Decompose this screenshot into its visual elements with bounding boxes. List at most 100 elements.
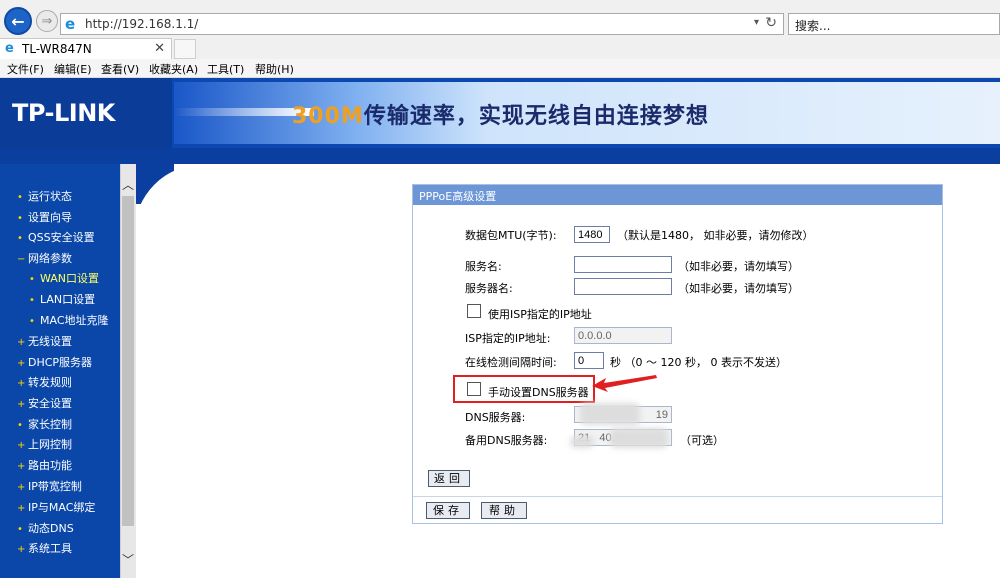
back-button[interactable]: ←: [4, 7, 32, 35]
sidebar-item[interactable]: + 路由功能: [17, 457, 72, 473]
bullet-icon: •: [29, 295, 35, 306]
dns-label: DNS服务器:: [465, 411, 526, 424]
sidebar-item-label: 系统工具: [28, 542, 72, 555]
bullet-icon: •: [17, 524, 23, 535]
server-name-input[interactable]: [574, 278, 672, 295]
mtu-label: 数据包MTU(字节):: [465, 229, 557, 242]
menu-edit[interactable]: 编辑(E): [54, 61, 92, 77]
privacy-blur: [610, 428, 668, 448]
ie-logo-icon: e: [5, 41, 14, 56]
red-arrow-icon: [592, 375, 657, 392]
bullet-icon: +: [17, 337, 26, 348]
tab-title: TL-WR847N: [22, 42, 92, 56]
panel-header: PPPoE高级设置: [413, 185, 942, 205]
sidebar-item[interactable]: • WAN口设置: [29, 270, 99, 286]
arrow-left-icon: ←: [11, 11, 25, 31]
bullet-icon: +: [17, 503, 26, 514]
dropdown-icon[interactable]: ▾: [754, 17, 759, 28]
sidebar-item[interactable]: • QSS安全设置: [17, 229, 95, 245]
isp-ip-label: ISP指定的IP地址:: [465, 332, 551, 345]
sidebar-item-label: 家长控制: [28, 418, 72, 431]
sidebar-item[interactable]: + 上网控制: [17, 436, 72, 452]
sidebar-item[interactable]: − 网络参数: [17, 250, 72, 266]
bullet-icon: •: [17, 233, 23, 244]
forward-button[interactable]: ⇒: [36, 10, 58, 32]
bullet-icon: +: [17, 378, 26, 389]
bullet-icon: •: [17, 192, 23, 203]
server-name-hint: （如非必要，请勿填写）: [678, 282, 799, 295]
bullet-icon: •: [29, 274, 35, 285]
sidebar-item-label: MAC地址克隆: [40, 314, 109, 327]
sidebar-item[interactable]: + IP与MAC绑定: [17, 499, 95, 515]
alt-dns-hint: （可选）: [680, 434, 724, 447]
sidebar: [0, 164, 120, 578]
server-name-label: 服务器名:: [465, 282, 513, 295]
sidebar-item[interactable]: + 安全设置: [17, 395, 72, 411]
menu-view[interactable]: 查看(V): [101, 61, 139, 77]
sidebar-item[interactable]: • 运行状态: [17, 188, 72, 204]
slogan: 300M传输速率，实现无线自由连接梦想: [292, 98, 709, 130]
logo-text: TP-LINK: [12, 99, 115, 127]
interval-label: 在线检测间隔时间:: [465, 356, 557, 369]
url-text: http://192.168.1.1/: [85, 17, 199, 31]
ie-logo-icon: e: [65, 15, 76, 33]
sidebar-item[interactable]: + 转发规则: [17, 374, 72, 390]
sidebar-item[interactable]: + DHCP服务器: [17, 354, 92, 370]
search-placeholder: 搜索...: [795, 19, 831, 33]
sidebar-item[interactable]: + 系统工具: [17, 540, 72, 556]
sidebar-item[interactable]: • 家长控制: [17, 416, 72, 432]
manual-dns-checkbox[interactable]: [467, 382, 481, 396]
privacy-blur: [570, 436, 594, 448]
chevron-down-icon[interactable]: ﹀: [120, 551, 136, 567]
help-button[interactable]: 帮助: [481, 502, 527, 519]
sidebar-item-label: IP与MAC绑定: [28, 501, 96, 514]
menu-file[interactable]: 文件(F): [7, 61, 44, 77]
url-field[interactable]: e http://192.168.1.1/ ▾ ↻: [60, 13, 784, 35]
sidebar-item-label: WAN口设置: [40, 272, 100, 285]
mtu-input[interactable]: [574, 226, 610, 243]
bullet-icon: +: [17, 358, 26, 369]
sidebar-item[interactable]: + 无线设置: [17, 333, 72, 349]
sidebar-item-label: 动态DNS: [28, 522, 74, 535]
new-tab-button[interactable]: [174, 39, 196, 59]
service-name-input[interactable]: [574, 256, 672, 273]
sidebar-item[interactable]: • LAN口设置: [29, 291, 95, 307]
sidebar-item-label: 运行状态: [28, 190, 72, 203]
sidebar-item-label: IP带宽控制: [28, 480, 82, 493]
slogan-text: 传输速率，实现无线自由连接梦想: [363, 104, 709, 129]
close-icon[interactable]: ✕: [154, 41, 165, 56]
alt-dns-label: 备用DNS服务器:: [465, 434, 548, 447]
bullet-icon: •: [17, 213, 23, 224]
menu-favorites[interactable]: 收藏夹(A): [149, 61, 198, 77]
refresh-icon[interactable]: ↻: [765, 15, 777, 31]
mtu-hint: （默认是1480， 如非必要，请勿修改）: [617, 229, 814, 242]
arrow-right-icon: ⇒: [41, 13, 53, 29]
bullet-icon: +: [17, 440, 26, 451]
sidebar-item-label: 路由功能: [28, 459, 72, 472]
sidebar-item-label: 上网控制: [28, 438, 72, 451]
bullet-icon: •: [17, 420, 23, 431]
save-button[interactable]: 保存: [426, 502, 470, 519]
slogan-highlight: 300M: [292, 104, 364, 129]
search-input[interactable]: 搜索...: [788, 13, 1000, 35]
menu-help[interactable]: 帮助(H): [255, 61, 294, 77]
menu-tools[interactable]: 工具(T): [207, 61, 244, 77]
sidebar-item-label: 安全设置: [28, 397, 72, 410]
sidebar-item[interactable]: • MAC地址克隆: [29, 312, 109, 328]
bullet-icon: −: [17, 254, 26, 265]
service-name-label: 服务名:: [465, 260, 502, 273]
sidebar-item[interactable]: + IP带宽控制: [17, 478, 82, 494]
sidebar-item[interactable]: • 设置向导: [17, 209, 72, 225]
bullet-icon: +: [17, 461, 26, 472]
bullet-icon: •: [29, 316, 35, 327]
isp-ip-checkbox[interactable]: [467, 304, 481, 318]
chevron-up-icon[interactable]: ︿: [120, 176, 136, 192]
tab-router[interactable]: e TL-WR847N ✕: [0, 38, 172, 59]
sidebar-item[interactable]: • 动态DNS: [17, 520, 74, 536]
sidebar-item-label: DHCP服务器: [28, 356, 93, 369]
scrollbar-thumb[interactable]: [122, 196, 134, 526]
interval-input[interactable]: [574, 352, 604, 369]
back-form-button[interactable]: 返回: [428, 470, 470, 487]
isp-ip-input[interactable]: [574, 327, 672, 344]
header-strip: [0, 148, 1000, 164]
